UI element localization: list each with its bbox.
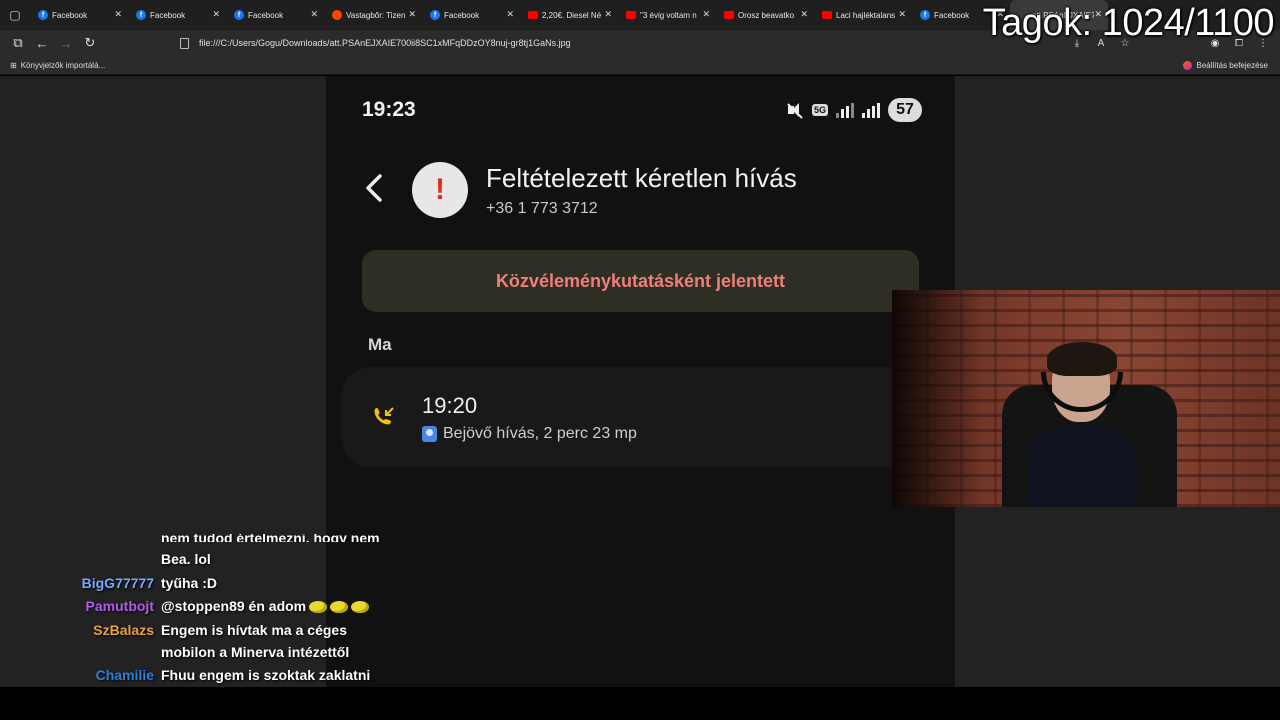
address-url: file:///C:/Users/Gogu/Downloads/att.PSAn…: [199, 38, 571, 48]
contact-icon: [422, 426, 437, 442]
youtube-icon: [626, 11, 636, 19]
browser-tab[interactable]: "3 évig voltam n ✕: [618, 0, 716, 30]
caller-number: +36 1 773 3712: [486, 200, 598, 217]
webcam-shadow: [892, 290, 982, 507]
signal-icon-2: [862, 102, 881, 118]
facebook-icon: f: [234, 10, 244, 20]
facebook-icon: f: [38, 10, 48, 20]
tab-label: Orosz beavatko: [738, 10, 795, 20]
chat-text: tyűha :D: [161, 572, 391, 594]
call-log-entry[interactable]: 19:20 Bejövő hívás, 2 perc 23 mp: [342, 367, 955, 467]
incoming-call-icon: [374, 407, 394, 425]
tab-label: Vastagbőr: Tizen: [346, 10, 406, 20]
youtube-icon: [822, 11, 832, 19]
facebook-icon: f: [136, 10, 146, 20]
chat-emote-icon: [351, 601, 370, 614]
facebook-icon: f: [920, 10, 930, 20]
streamer-torso: [1027, 426, 1137, 507]
tab-close-icon[interactable]: ✕: [506, 9, 514, 20]
tab-close-icon[interactable]: ✕: [604, 9, 612, 20]
address-bar[interactable]: file:///C:/Users/Gogu/Downloads/att.PSAn…: [180, 33, 1100, 53]
streamer-hair: [1047, 342, 1117, 376]
youtube-icon: [724, 11, 734, 19]
browser-tab[interactable]: Vastagbőr: Tizen ✕: [324, 0, 422, 30]
phone-screenshot: 19:23 5G 57 ! Feltételezett kéretlen hív…: [326, 76, 955, 687]
browser-tab[interactable]: Orosz beavatko ✕: [716, 0, 814, 30]
tab-label: Laci hajléktalans: [836, 10, 896, 20]
chat-text-content: @stoppen89 én adom: [161, 598, 307, 614]
chat-clipped-line: nem tudod értelmezni, hogy nem: [161, 534, 380, 542]
import-bookmarks-link[interactable]: ⊞ Könyvjelzők importálá...: [10, 61, 105, 70]
tab-list: f Facebook ✕ f Facebook ✕ f Facebook ✕ Vastagbőr:…: [30, 0, 1108, 30]
forward-button[interactable]: →: [54, 31, 78, 55]
tab-close-icon[interactable]: ✕: [212, 9, 220, 20]
status-time: 19:23: [362, 98, 416, 121]
headset-icon: [1041, 372, 1123, 412]
bookmarks-bar: ⊞ Könyvjelzők importálá... Beállítás bef…: [0, 56, 1280, 75]
streamer: [1027, 342, 1137, 507]
tab-label: Facebook: [934, 10, 970, 20]
reload-button[interactable]: ↻: [78, 31, 102, 55]
chat-text-content: tyűha :D: [161, 575, 217, 591]
chat-emote-icon: [309, 601, 328, 614]
tab-close-icon[interactable]: ✕: [898, 9, 906, 20]
sidebar-toggle-icon[interactable]: ⧉: [6, 31, 30, 55]
day-section-label: Ma: [368, 335, 392, 354]
finish-setup-link[interactable]: Beállítás befejezése: [1183, 61, 1268, 70]
chat-text-content: Bea. lol: [161, 551, 211, 567]
signal-icon: [836, 102, 855, 118]
tab-label: "3 évig voltam n: [640, 10, 697, 20]
file-icon: [180, 37, 189, 49]
firefox-icon: [1183, 61, 1193, 70]
webcam-feed: [892, 290, 1280, 507]
chat-text: Engem is hívtak ma a céges mobilon a Min…: [161, 619, 391, 663]
tab-label: Facebook: [150, 10, 186, 20]
chat-username[interactable]: Pamutbojt: [86, 598, 154, 614]
survey-report-banner[interactable]: Közvéleménykutatásként jelentett: [362, 250, 919, 312]
back-arrow-icon[interactable]: [362, 172, 386, 204]
call-title: Feltételezett kéretlen hívás: [486, 163, 797, 193]
tab-label: 2,20€. Diesel Né: [542, 10, 602, 20]
tab-label: Facebook: [52, 10, 88, 20]
tab-label: Facebook: [444, 10, 480, 20]
network-badge: 5G: [812, 104, 829, 116]
browser-tab[interactable]: f Facebook ✕: [422, 0, 520, 30]
chat-emote-icon: [330, 601, 349, 614]
back-button[interactable]: ←: [30, 31, 54, 55]
reddit-icon: [332, 10, 342, 20]
finish-setup-label: Beállítás befejezése: [1196, 61, 1268, 70]
mute-icon: [786, 101, 804, 119]
tab-actions-icon[interactable]: ▢: [0, 0, 30, 30]
chat-username[interactable]: BigG77777: [82, 575, 154, 591]
browser-tab[interactable]: f Facebook ✕: [30, 0, 128, 30]
tab-close-icon[interactable]: ✕: [408, 9, 416, 20]
browser-tab[interactable]: f Facebook ✕: [128, 0, 226, 30]
browser-tab[interactable]: Laci hajléktalans ✕: [814, 0, 912, 30]
status-icons: 5G 57: [786, 98, 923, 122]
youtube-icon: [528, 11, 538, 19]
member-count-overlay: Tagok: 1024/1100: [982, 2, 1275, 44]
bottom-letterbox: [0, 687, 1280, 720]
tab-close-icon[interactable]: ✕: [702, 9, 710, 20]
browser-tab[interactable]: f Facebook ✕: [226, 0, 324, 30]
call-time: 19:20: [422, 393, 478, 418]
chat-text-content: Engem is hívtak ma a céges mobilon a Min…: [161, 622, 350, 660]
tab-close-icon[interactable]: ✕: [800, 9, 808, 20]
tab-label: Facebook: [248, 10, 284, 20]
chat-username[interactable]: Chamilie: [96, 667, 154, 683]
bookmark-import-icon: ⊞: [10, 61, 17, 70]
battery-badge: 57: [888, 98, 923, 122]
chat-text: @stoppen89 én adom: [161, 595, 391, 617]
browser-tab[interactable]: 2,20€. Diesel Né ✕: [520, 0, 618, 30]
spam-alert-icon: !: [412, 162, 468, 218]
call-detail-text: Bejövő hívás, 2 perc 23 mp: [443, 425, 637, 442]
chat-username[interactable]: SzBalazs: [93, 622, 154, 638]
tab-close-icon[interactable]: ✕: [310, 9, 318, 20]
call-detail: Bejövő hívás, 2 perc 23 mp: [422, 425, 637, 443]
tab-close-icon[interactable]: ✕: [114, 9, 122, 20]
chat-text: Bea. lol: [161, 548, 391, 570]
import-bookmarks-label: Könyvjelzők importálá...: [20, 61, 106, 70]
facebook-icon: f: [430, 10, 440, 20]
